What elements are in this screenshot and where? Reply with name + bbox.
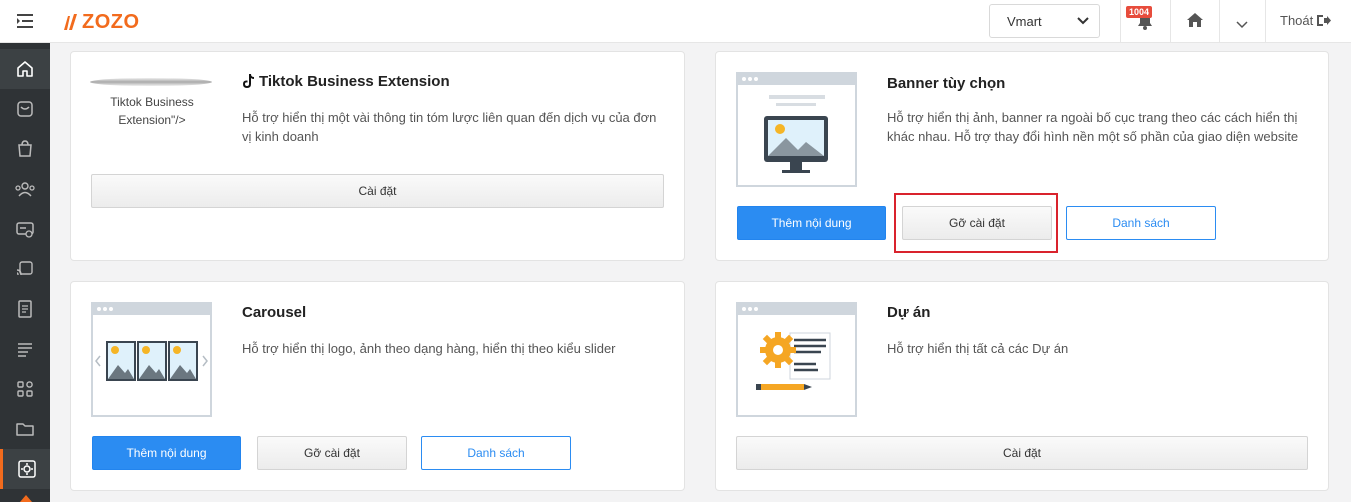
banner-add-content-button[interactable]: Thêm nội dung: [737, 206, 886, 240]
top-bar: ZOZO Vmart 1004 Thoát: [0, 0, 1351, 43]
shopping-bag-icon: [18, 140, 32, 157]
apps-icon: [17, 381, 33, 397]
logo-mark-icon: [64, 14, 77, 30]
chevron-down-icon: [1077, 17, 1089, 25]
thumb-alt-line: Tiktok Business: [110, 95, 194, 109]
carousel-uninstall-button[interactable]: Gỡ cài đặt: [257, 436, 407, 470]
carousel-thumbnail-icon: [91, 302, 212, 417]
store-select-value: Vmart: [1007, 13, 1042, 29]
uninstall-highlight-box: [894, 193, 1058, 253]
coupon-icon: [16, 222, 34, 238]
project-thumbnail-icon: [736, 302, 857, 417]
logout-icon: [1317, 15, 1332, 26]
notification-badge: 1004: [1126, 6, 1153, 18]
banner-thumbnail-icon: [736, 72, 857, 187]
carousel-card-description: Hỗ trợ hiển thị logo, ảnh theo dạng hàng…: [242, 341, 616, 356]
divider: [1120, 0, 1121, 43]
thumb-alt-line: Extension"/>: [118, 113, 186, 127]
folder-icon: [16, 423, 34, 436]
document-icon: [18, 300, 32, 318]
users-icon: [15, 182, 35, 197]
project-card-description: Hỗ trợ hiển thị tất cả các Dự án: [887, 341, 1069, 356]
tiktok-thumbnail-image: [90, 78, 212, 86]
banner-card-title: Banner tùy chọn: [887, 75, 1006, 92]
sidebar-item-cast[interactable]: [0, 249, 50, 289]
divider: [1170, 0, 1171, 43]
sidebar-item-shopping[interactable]: [0, 129, 50, 169]
carousel-card-title: Carousel: [242, 304, 307, 321]
chevron-down-icon[interactable]: [1236, 16, 1248, 34]
sidebar-item-inbox[interactable]: [0, 89, 50, 129]
tiktok-card-description: Hỗ trợ hiển thị một vài thông tin tóm lư…: [242, 110, 657, 144]
store-select[interactable]: Vmart: [989, 4, 1100, 38]
sidebar-item-coupon[interactable]: [0, 209, 50, 249]
scroll-indicator-icon: [20, 495, 32, 502]
carousel-card: Carousel Hỗ trợ hiển thị logo, ảnh theo …: [70, 281, 685, 491]
inbox-icon: [17, 101, 33, 117]
divider: [1219, 0, 1220, 43]
project-card-title: Dự án: [887, 304, 931, 321]
tiktok-install-button[interactable]: Cài đặt: [91, 174, 664, 208]
logo-text: ZOZO: [82, 10, 140, 33]
logout-button[interactable]: Thoát: [1280, 13, 1332, 28]
tiktok-extension-card: Tiktok Business Extension"/> Tiktok Busi…: [70, 51, 685, 261]
sidebar: [0, 43, 50, 502]
menu-toggle-icon[interactable]: [14, 12, 36, 30]
carousel-list-button[interactable]: Danh sách: [421, 436, 571, 470]
carousel-add-content-button[interactable]: Thêm nội dung: [92, 436, 241, 470]
tiktok-card-title: Tiktok Business Extension: [242, 73, 450, 90]
sidebar-item-list[interactable]: [0, 329, 50, 369]
sidebar-item-document[interactable]: [0, 289, 50, 329]
sidebar-item-folder[interactable]: [0, 409, 50, 449]
sidebar-item-home[interactable]: [0, 49, 50, 89]
banner-card-description: Hỗ trợ hiển thị ảnh, banner ra ngoài bố …: [887, 110, 1299, 144]
logout-label: Thoát: [1280, 13, 1314, 28]
sidebar-item-settings[interactable]: [0, 449, 50, 489]
divider: [1265, 0, 1266, 43]
project-card: Dự án Hỗ trợ hiển thị tất cả các Dự án C…: [715, 281, 1329, 491]
sidebar-item-users[interactable]: [0, 169, 50, 209]
home-icon[interactable]: [1186, 12, 1204, 33]
sidebar-item-apps[interactable]: [0, 369, 50, 409]
card-title-text: Tiktok Business Extension: [259, 73, 450, 90]
home-icon: [17, 61, 33, 77]
cast-icon: [16, 261, 33, 276]
settings-icon: [17, 460, 36, 478]
tiktok-icon: [243, 74, 254, 88]
list-icon: [18, 343, 32, 357]
banner-list-button[interactable]: Danh sách: [1066, 206, 1216, 240]
logo[interactable]: ZOZO: [62, 11, 140, 33]
project-install-button[interactable]: Cài đặt: [736, 436, 1308, 470]
tiktok-thumbnail-alt-text: Tiktok Business Extension"/>: [92, 93, 212, 129]
